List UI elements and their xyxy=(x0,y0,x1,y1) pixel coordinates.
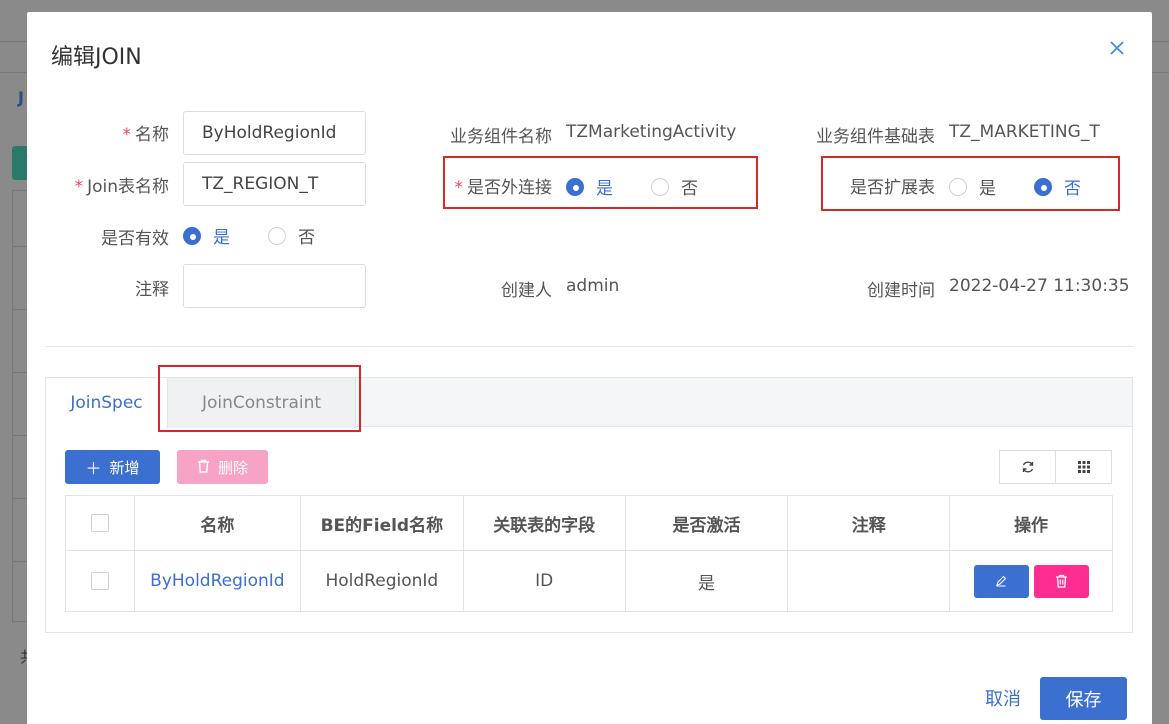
edit-row-button[interactable] xyxy=(973,564,1029,598)
highlight-box-extension xyxy=(821,156,1120,211)
column-header: 关联表的字段 xyxy=(462,495,626,551)
refresh-icon[interactable] xyxy=(999,450,1056,484)
created-time-value: 2022-04-27 11:30:35 xyxy=(949,276,1130,296)
background-title-fragment: J xyxy=(18,88,24,107)
trash-icon xyxy=(1055,574,1067,588)
created-time-label: 创建时间 xyxy=(867,281,935,301)
grid-icon[interactable] xyxy=(1055,450,1112,484)
row-select-cell xyxy=(65,550,135,612)
is-valid-yes-radio[interactable]: 是 xyxy=(183,223,230,248)
radio-unchecked-icon xyxy=(268,226,286,245)
field-cell: HoldRegionId xyxy=(299,550,464,612)
trash-icon xyxy=(197,458,210,477)
table-row: ByHoldRegionId HoldRegionId ID 是 xyxy=(65,550,1113,612)
creator-value: admin xyxy=(566,276,620,296)
comment-label: 注释 xyxy=(135,280,169,300)
is-valid-no-radio[interactable]: 否 xyxy=(268,223,315,248)
base-table-label: 业务组件基础表 xyxy=(816,127,935,147)
joinspec-table: 名称 BE的Field名称 关联表的字段 是否激活 注释 操作 ByHoldRe… xyxy=(65,495,1113,612)
delete-row-button[interactable] xyxy=(1033,564,1089,598)
close-icon[interactable] xyxy=(1107,38,1127,58)
pencil-icon xyxy=(996,575,1007,587)
highlight-box-outer-join xyxy=(443,156,758,209)
component-name-label: 业务组件名称 xyxy=(450,127,552,147)
add-button[interactable]: ＋新增 xyxy=(65,450,160,484)
column-header: 注释 xyxy=(787,495,951,551)
dialog-title: 编辑JOIN xyxy=(51,45,142,70)
column-header: BE的Field名称 xyxy=(299,495,464,551)
highlight-box-joinconstraint-tab xyxy=(158,365,361,432)
rel-field-cell: ID xyxy=(462,550,626,612)
name-label: * 名称 xyxy=(122,125,170,145)
join-table-input[interactable]: TZ_REGION_T xyxy=(183,162,366,206)
cancel-button[interactable]: 取消 xyxy=(985,685,1021,711)
name-cell: ByHoldRegionId xyxy=(133,550,301,612)
select-all-cell xyxy=(65,495,135,551)
column-header: 名称 xyxy=(133,495,301,551)
column-header: 操作 xyxy=(949,495,1113,551)
component-name-value: TZMarketingActivity xyxy=(566,122,737,142)
edit-join-dialog: 编辑JOIN * 名称 ByHoldRegionId * Join表名称 TZ_RE… xyxy=(27,12,1152,724)
plus-icon: ＋ xyxy=(85,459,102,478)
actions-cell xyxy=(949,550,1113,612)
tab-joinspec[interactable]: JoinSpec xyxy=(46,378,168,428)
table-header-row: 名称 BE的Field名称 关联表的字段 是否激活 注释 操作 xyxy=(65,495,1113,551)
base-table-value: TZ_MARKETING_T xyxy=(949,122,1100,142)
comment-input[interactable] xyxy=(183,264,366,308)
row-checkbox[interactable] xyxy=(90,572,109,590)
join-table-label: * Join表名称 xyxy=(74,177,169,197)
save-button[interactable]: 保存 xyxy=(1040,677,1127,720)
creator-label: 创建人 xyxy=(501,281,552,301)
name-link[interactable]: ByHoldRegionId xyxy=(150,571,284,591)
is-valid-label: 是否有效 xyxy=(101,229,169,249)
delete-button[interactable]: 删除 xyxy=(177,450,268,484)
active-cell: 是 xyxy=(624,550,789,612)
comment-cell xyxy=(787,550,951,612)
radio-checked-icon xyxy=(183,226,201,245)
form-divider xyxy=(45,346,1133,347)
select-all-checkbox[interactable] xyxy=(90,514,109,532)
column-header: 是否激活 xyxy=(624,495,789,551)
name-input[interactable]: ByHoldRegionId xyxy=(183,111,366,155)
